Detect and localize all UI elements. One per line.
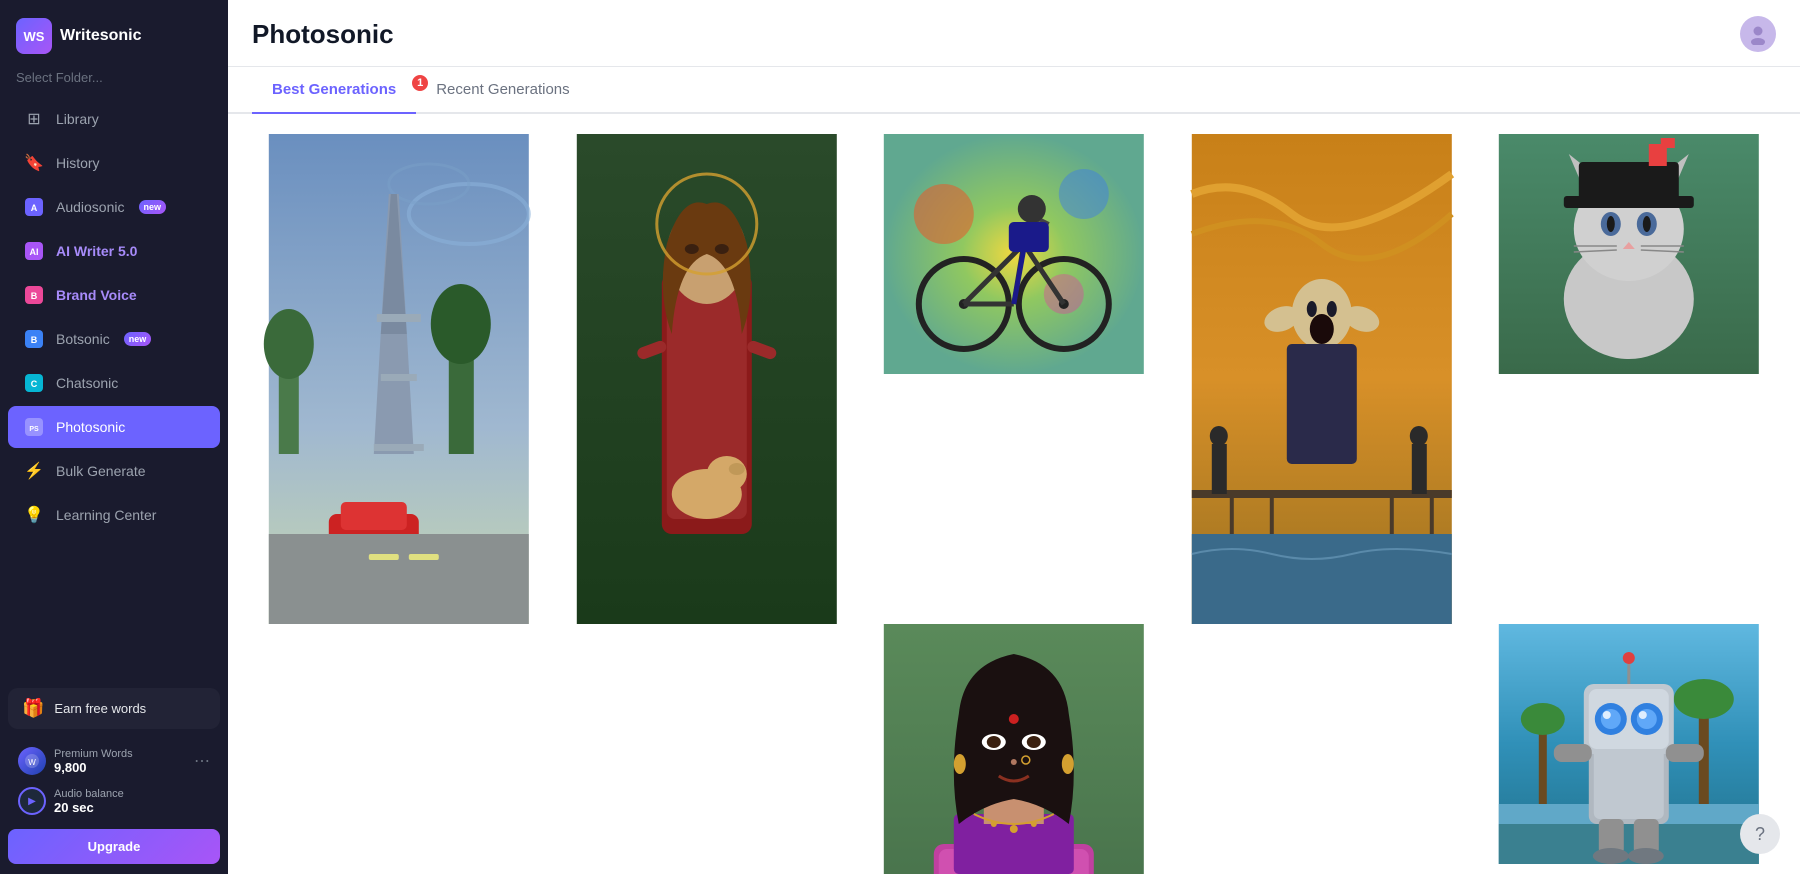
earn-free-words-label: Earn free words: [54, 701, 146, 716]
sidebar-item-label: Photosonic: [56, 419, 125, 435]
learning-center-icon: 💡: [24, 505, 44, 525]
sidebar-item-chatsonic[interactable]: C Chatsonic: [8, 362, 220, 404]
premium-words-count: 9,800: [54, 760, 186, 775]
sidebar-item-label: AI Writer 5.0: [56, 243, 137, 259]
sidebar-item-library[interactable]: ⊞ Library: [8, 98, 220, 140]
sidebar-item-bulk-generate[interactable]: ⚡ Bulk Generate: [8, 450, 220, 492]
svg-text:B: B: [31, 291, 38, 301]
sidebar-item-ai-writer[interactable]: AI AI Writer 5.0: [8, 230, 220, 272]
chatsonic-icon: C: [24, 373, 44, 393]
bulk-generate-icon: ⚡: [24, 461, 44, 481]
gallery-item-eiffel[interactable]: [252, 134, 546, 624]
upgrade-button[interactable]: Upgrade: [8, 829, 220, 864]
audiosonic-icon: A: [24, 197, 44, 217]
earn-free-words-button[interactable]: 🎁 Earn free words: [8, 688, 220, 729]
sidebar-item-label: Botsonic: [56, 331, 110, 347]
photosonic-icon: PS: [24, 417, 44, 437]
premium-words-info: W Premium Words 9,800 ⋯: [8, 739, 220, 783]
audio-balance-value: 20 sec: [54, 800, 210, 815]
gallery-row-1: [252, 134, 1776, 624]
svg-text:PS: PS: [29, 426, 39, 433]
svg-text:AI: AI: [30, 247, 39, 257]
gallery-item-woman[interactable]: [867, 624, 1161, 874]
library-icon: ⊞: [24, 109, 44, 129]
help-button[interactable]: ?: [1740, 814, 1780, 854]
brand-voice-icon: B: [24, 285, 44, 305]
gallery-item-scream[interactable]: [1175, 134, 1469, 624]
main-content: Photosonic Best Generations 1 Recent Gen…: [228, 0, 1800, 874]
tab-recent-generations[interactable]: Recent Generations: [416, 67, 589, 112]
select-folder[interactable]: Select Folder...: [0, 64, 228, 97]
gallery: Taj Mahal in neon colours, cyberpunk Try…: [228, 114, 1800, 874]
logo-icon: WS: [16, 18, 52, 54]
user-avatar[interactable]: [1740, 16, 1776, 52]
sidebar-item-label: Brand Voice: [56, 287, 137, 303]
top-right: [1740, 16, 1776, 66]
new-badge: new: [124, 332, 152, 346]
audio-balance-label: Audio balance: [54, 788, 210, 800]
sidebar-item-label: Audiosonic: [56, 199, 125, 215]
sidebar: WS Writesonic Select Folder... ⊞ Library…: [0, 0, 228, 874]
sidebar-item-label: Library: [56, 111, 99, 127]
sidebar-item-botsonic[interactable]: B Botsonic new: [8, 318, 220, 360]
history-icon: 🔖: [24, 153, 44, 173]
sidebar-item-label: History: [56, 155, 100, 171]
new-badge: new: [139, 200, 167, 214]
premium-words-details: Premium Words 9,800: [54, 748, 186, 775]
page-title: Photosonic: [252, 19, 394, 64]
tab-label: Best Generations: [272, 81, 396, 98]
svg-text:B: B: [31, 335, 38, 345]
app-logo[interactable]: WS Writesonic: [0, 0, 228, 64]
premium-words-label: Premium Words: [54, 748, 186, 760]
sidebar-item-label: Learning Center: [56, 507, 156, 523]
audio-balance-info: ▶ Audio balance 20 sec: [8, 783, 220, 823]
sidebar-item-brand-voice[interactable]: B Brand Voice: [8, 274, 220, 316]
tab-label: Recent Generations: [436, 81, 569, 98]
top-bar: Photosonic: [228, 0, 1800, 67]
sidebar-item-history[interactable]: 🔖 History: [8, 142, 220, 184]
premium-words-avatar: W: [18, 747, 46, 775]
audio-balance-details: Audio balance 20 sec: [54, 788, 210, 815]
svg-text:C: C: [31, 379, 38, 389]
tab-best-generations[interactable]: Best Generations 1: [252, 67, 416, 112]
gallery-item-jesus[interactable]: [560, 134, 854, 624]
svg-text:W: W: [28, 758, 36, 767]
tabs-bar: Best Generations 1 Recent Generations: [228, 67, 1800, 114]
svg-text:A: A: [31, 203, 38, 213]
gallery-item-cyclist[interactable]: [867, 134, 1161, 374]
more-options-icon[interactable]: ⋯: [194, 751, 210, 771]
sidebar-bottom: 🎁 Earn free words W Premium Words 9,800 …: [0, 678, 228, 874]
gallery-item-robot[interactable]: [1482, 624, 1776, 864]
sidebar-item-audiosonic[interactable]: A Audiosonic new: [8, 186, 220, 228]
sidebar-item-learning-center[interactable]: 💡 Learning Center: [8, 494, 220, 536]
ai-writer-icon: AI: [24, 241, 44, 261]
audio-avatar: ▶: [18, 787, 46, 815]
app-name: Writesonic: [60, 27, 142, 45]
sidebar-item-label: Chatsonic: [56, 375, 118, 391]
botsonic-icon: B: [24, 329, 44, 349]
gift-icon: 🎁: [22, 698, 44, 719]
sidebar-item-photosonic[interactable]: PS Photosonic: [8, 406, 220, 448]
gallery-item-cat[interactable]: [1482, 134, 1776, 374]
sidebar-item-label: Bulk Generate: [56, 463, 146, 479]
